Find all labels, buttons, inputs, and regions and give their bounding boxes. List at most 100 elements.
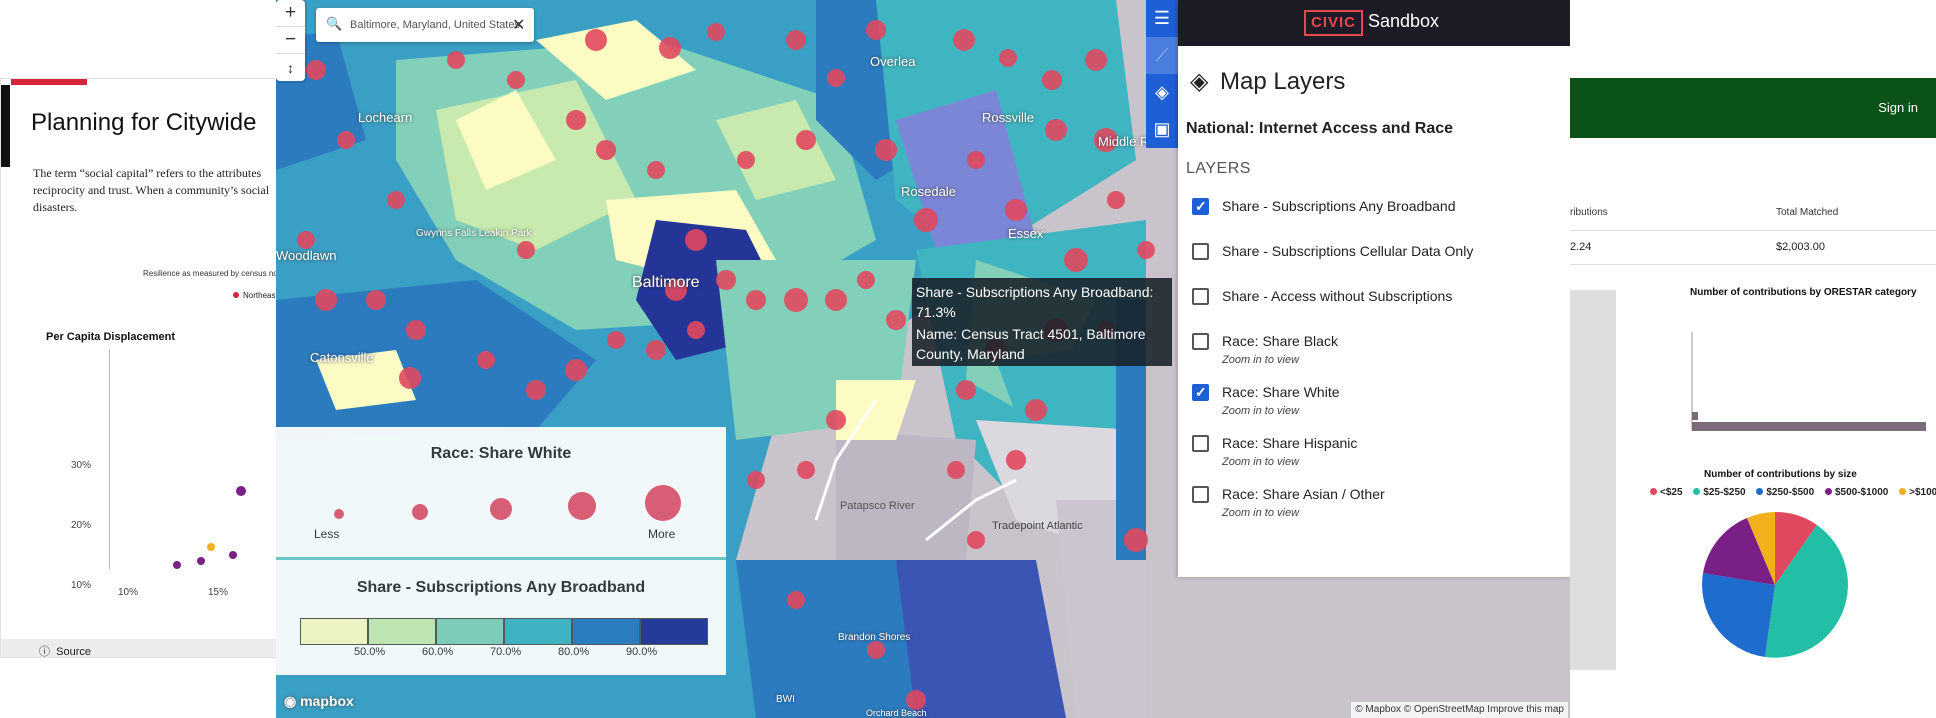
place-label: Overlea (870, 54, 916, 69)
place-label: Orchard Beach (866, 708, 927, 718)
table-cell: 2.24 (1570, 241, 1592, 253)
info-icon: ⓘ (39, 646, 50, 658)
table-header: Total Matched (1776, 207, 1839, 218)
layer-checkbox[interactable] (1192, 243, 1209, 260)
layer-checkbox[interactable] (1192, 384, 1209, 401)
compass-button[interactable]: ↕ (276, 54, 305, 81)
accent-bar (11, 79, 87, 85)
legend-title: Race: Share White (430, 445, 572, 462)
search-input[interactable]: Baltimore, Maryland, United States (350, 19, 520, 31)
clear-search-icon[interactable]: ✕ (512, 15, 525, 35)
legend-tick: 60.0% (422, 646, 454, 658)
place-label: Woodlawn (276, 248, 337, 263)
place-label: Brandon Shores (838, 632, 911, 643)
legend-title: Share - Subscriptions Any Broadband (356, 579, 646, 596)
tooltip-name: Name: Census Tract 4501, Baltimore Count… (916, 326, 1146, 362)
table-cell: $2,003.00 (1776, 241, 1825, 253)
map-canvas[interactable]: Overlea Lochearn Rossville Middle Riv Ro… (276, 0, 1570, 718)
background-article-card: Planning for Citywide The term “social c… (0, 78, 300, 658)
pie-chart-title: Number of contributions by size (1704, 469, 1857, 480)
bar-chart-title: Number of contributions by ORESTAR categ… (1690, 287, 1917, 298)
chart-axis (109, 349, 110, 569)
legend-tick: 50.0% (354, 646, 386, 658)
site-header: Sign in (1570, 78, 1936, 138)
layer-item[interactable]: Race: Share White Zoom in to view (1192, 384, 1562, 424)
layer-hint: Zoom in to view (1222, 405, 1300, 417)
legend-swatch (640, 618, 708, 645)
chart-legend: Northeas (233, 291, 275, 300)
choropleth-legend: Share - Subscriptions Any Broadband 50.0… (276, 560, 726, 675)
layer-item[interactable]: Share - Access without Subscriptions (1192, 288, 1562, 328)
map-attribution[interactable]: © Mapbox © OpenStreetMap Improve this ma… (1351, 702, 1568, 718)
layer-checkbox[interactable] (1192, 198, 1209, 215)
layer-checkbox[interactable] (1192, 486, 1209, 503)
legend-swatch (436, 618, 504, 645)
place-label: Catonsville (310, 350, 374, 365)
pie-chart (1702, 511, 1848, 658)
place-label: Tradepoint Atlantic (992, 520, 1083, 532)
chart-subtitle: Resilience as measured by census no (143, 269, 278, 278)
legend-swatch (368, 618, 436, 645)
layer-label: Race: Share Hispanic (1222, 435, 1358, 451)
bubble-legend: Race: Share White Less More (276, 427, 726, 557)
bar-chart (1691, 332, 1926, 431)
accent-bar-dark (1, 85, 10, 167)
layer-label: Race: Share Asian / Other (1222, 486, 1385, 502)
civic-logo[interactable]: CIVIC (1304, 10, 1364, 36)
zoom-in-button[interactable]: + (276, 0, 305, 27)
place-label: Essex (1008, 226, 1044, 241)
source-link[interactable]: ⓘ Source (1, 639, 299, 658)
layer-item[interactable]: Race: Share Black Zoom in to view (1192, 333, 1562, 373)
layer-hint: Zoom in to view (1222, 507, 1300, 519)
layer-label: Share - Subscriptions Cellular Data Only (1222, 243, 1474, 259)
background-dashboard-card: Sign in ributions Total Matched 2.24 $2,… (1570, 0, 1936, 718)
layer-checkbox[interactable] (1192, 435, 1209, 452)
mini-map (1570, 290, 1616, 670)
zoom-controls: + − ↕ (276, 0, 305, 81)
layer-item[interactable]: Race: Share Asian / Other Zoom in to vie… (1192, 486, 1562, 526)
sign-in-link[interactable]: Sign in (1878, 100, 1918, 115)
trend-icon[interactable]: ⟋ (1146, 37, 1178, 74)
legend-bubbles (334, 485, 681, 521)
place-label: Rosedale (901, 184, 956, 199)
menu-icon[interactable]: ☰ (1146, 0, 1178, 37)
layer-label: Share - Access without Subscriptions (1222, 288, 1453, 304)
map-tooltip: Share - Subscriptions Any Broadband: 71.… (912, 278, 1172, 366)
tooltip-value: Share - Subscriptions Any Broadband: 71.… (916, 284, 1154, 320)
layer-hint: Zoom in to view (1222, 456, 1300, 468)
y-tick: 30% (71, 460, 92, 471)
layer-checkbox[interactable] (1192, 333, 1209, 350)
table-divider (1570, 264, 1936, 265)
map-toolbar: ☰ ⟋ ◈ ▣ (1146, 0, 1178, 148)
article-title: Planning for Citywide (31, 109, 257, 136)
layer-item[interactable]: Race: Share Hispanic Zoom in to view (1192, 435, 1562, 475)
layers-icon: ◈ (1190, 68, 1209, 95)
legend-swatch (300, 618, 368, 645)
legend-tick: 90.0% (626, 646, 658, 658)
layer-label: Race: Share White (1222, 384, 1340, 400)
legend-swatch (504, 618, 572, 645)
package-name: National: Internet Access and Race (1186, 120, 1454, 137)
legend-more-label: More (648, 527, 676, 541)
search-box[interactable]: 🔍 Baltimore, Maryland, United States ✕ (316, 8, 534, 42)
book-icon[interactable]: ▣ (1146, 111, 1178, 148)
layer-item[interactable]: Share - Subscriptions Any Broadband (1192, 198, 1562, 238)
layer-hint: Zoom in to view (1222, 354, 1300, 366)
table-header: ributions (1570, 207, 1608, 218)
layer-checkbox[interactable] (1192, 288, 1209, 305)
legend-swatch (572, 618, 640, 645)
layers-icon[interactable]: ◈ (1146, 74, 1178, 111)
zoom-out-button[interactable]: − (276, 27, 305, 54)
place-label: Lochearn (358, 110, 413, 125)
legend-less-label: Less (314, 527, 340, 541)
panel-title: ◈ Map Layers (1190, 68, 1346, 95)
y-tick: 10% (71, 580, 92, 591)
x-tick: 15% (208, 587, 229, 598)
place-label: Rossville (982, 110, 1035, 125)
table-divider (1570, 230, 1936, 231)
layer-item[interactable]: Share - Subscriptions Cellular Data Only (1192, 243, 1562, 283)
search-icon: 🔍 (326, 16, 343, 31)
mapbox-logo[interactable]: ◉ mapbox (284, 693, 354, 710)
layer-label: Race: Share Black (1222, 333, 1338, 349)
place-label: Baltimore (632, 274, 700, 291)
